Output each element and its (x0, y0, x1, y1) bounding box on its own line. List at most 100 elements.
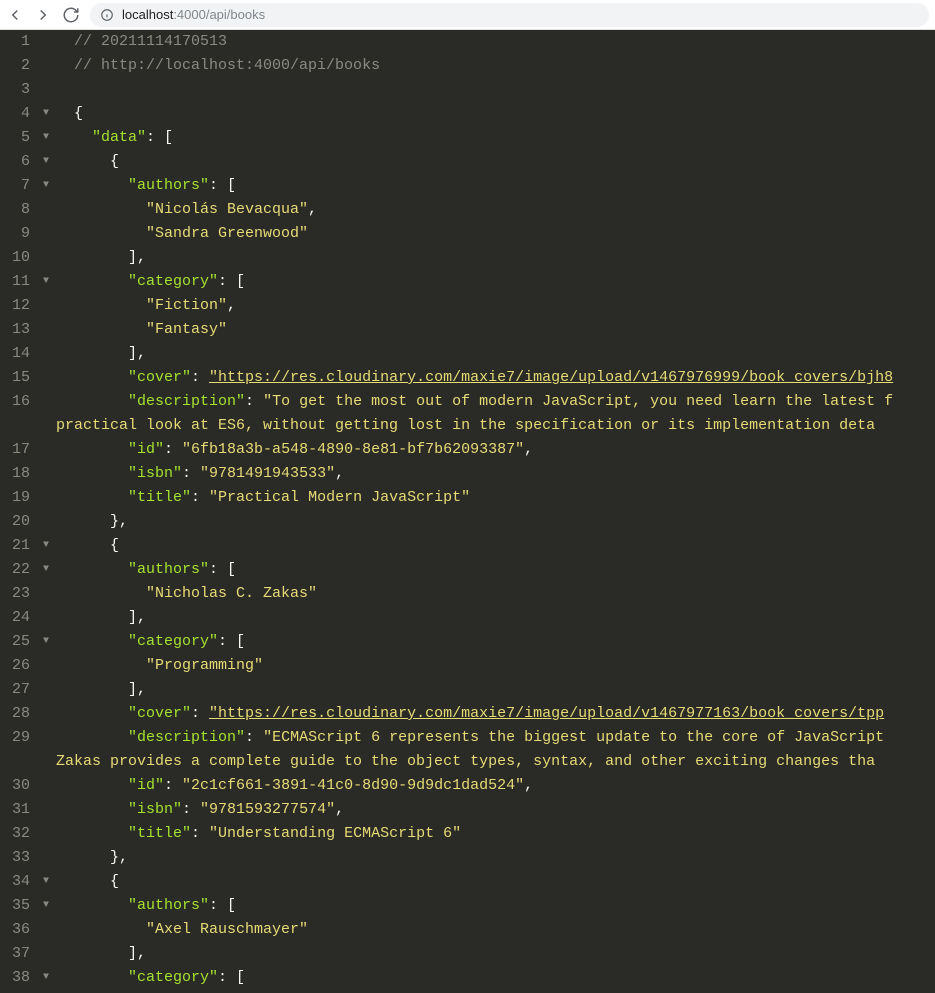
fold-toggle-icon (36, 318, 56, 342)
code-content: "description": "ECMAScript 6 represents … (56, 726, 935, 750)
fold-toggle-icon[interactable]: ▼ (36, 174, 56, 198)
line-number: 28 (0, 702, 36, 726)
line-number: 27 (0, 678, 36, 702)
forward-button[interactable] (34, 6, 52, 24)
code-content: // http://localhost:4000/api/books (56, 54, 935, 78)
url-link[interactable]: "https://res.cloudinary.com/maxie7/image… (209, 705, 884, 722)
line-number: 29 (0, 726, 36, 750)
code-line: 16 "description": "To get the most out o… (0, 390, 935, 414)
code-content: ], (56, 678, 935, 702)
fold-toggle-icon (36, 246, 56, 270)
fold-toggle-icon (36, 798, 56, 822)
line-number: 30 (0, 774, 36, 798)
fold-toggle-icon (36, 510, 56, 534)
fold-toggle-icon[interactable]: ▼ (36, 966, 56, 990)
code-line: 38▼ "category": [ (0, 966, 935, 990)
code-content: }, (56, 510, 935, 534)
line-number: 15 (0, 366, 36, 390)
fold-toggle-icon[interactable]: ▼ (36, 630, 56, 654)
fold-toggle-icon[interactable]: ▼ (36, 534, 56, 558)
code-content: "cover": "https://res.cloudinary.com/max… (56, 702, 935, 726)
code-content: "isbn": "9781491943533", (56, 462, 935, 486)
code-line: 13 "Fantasy" (0, 318, 935, 342)
fold-toggle-icon (36, 30, 56, 54)
line-number: 4 (0, 102, 36, 126)
code-line: 35▼ "authors": [ (0, 894, 935, 918)
fold-toggle-icon (36, 654, 56, 678)
fold-toggle-icon[interactable]: ▼ (36, 870, 56, 894)
back-button[interactable] (6, 6, 24, 24)
fold-toggle-icon[interactable]: ▼ (36, 150, 56, 174)
code-content: "Nicolás Bevacqua", (56, 198, 935, 222)
code-content: "Nicholas C. Zakas" (56, 582, 935, 606)
fold-toggle-icon (36, 822, 56, 846)
fold-toggle-icon[interactable]: ▼ (36, 558, 56, 582)
code-line: 37 ], (0, 942, 935, 966)
fold-toggle-icon (36, 726, 56, 750)
fold-toggle-icon[interactable]: ▼ (36, 102, 56, 126)
line-number: 14 (0, 342, 36, 366)
code-content: "Programming" (56, 654, 935, 678)
line-number: 19 (0, 486, 36, 510)
site-info-icon[interactable] (100, 8, 114, 22)
line-number: 5 (0, 126, 36, 150)
code-content: "category": [ (56, 270, 935, 294)
fold-toggle-icon (36, 390, 56, 414)
code-line: practical look at ES6, without getting l… (0, 414, 935, 438)
line-number: 34 (0, 870, 36, 894)
code-line: 19 "title": "Practical Modern JavaScript… (0, 486, 935, 510)
code-content: "data": [ (56, 126, 935, 150)
line-number: 12 (0, 294, 36, 318)
line-number: 26 (0, 654, 36, 678)
reload-button[interactable] (62, 6, 80, 24)
code-content: "id": "6fb18a3b-a548-4890-8e81-bf7b62093… (56, 438, 935, 462)
line-number (0, 414, 36, 438)
code-line: Zakas provides a complete guide to the o… (0, 750, 935, 774)
code-line: 32 "title": "Understanding ECMAScript 6" (0, 822, 935, 846)
code-line: 15 "cover": "https://res.cloudinary.com/… (0, 366, 935, 390)
fold-toggle-icon (36, 942, 56, 966)
url-link[interactable]: "https://res.cloudinary.com/maxie7/image… (209, 369, 893, 386)
fold-toggle-icon[interactable]: ▼ (36, 126, 56, 150)
fold-toggle-icon (36, 582, 56, 606)
code-content: "Axel Rauschmayer" (56, 918, 935, 942)
line-number: 13 (0, 318, 36, 342)
code-content: "cover": "https://res.cloudinary.com/max… (56, 366, 935, 390)
code-line: 36 "Axel Rauschmayer" (0, 918, 935, 942)
fold-toggle-icon[interactable]: ▼ (36, 894, 56, 918)
code-content: ], (56, 342, 935, 366)
line-number: 24 (0, 606, 36, 630)
code-line: 21▼ { (0, 534, 935, 558)
fold-toggle-icon (36, 678, 56, 702)
code-content: "Fiction", (56, 294, 935, 318)
fold-toggle-icon (36, 606, 56, 630)
code-line: 11▼ "category": [ (0, 270, 935, 294)
line-number: 8 (0, 198, 36, 222)
line-number: 20 (0, 510, 36, 534)
line-number: 2 (0, 54, 36, 78)
line-number: 35 (0, 894, 36, 918)
line-number: 7 (0, 174, 36, 198)
line-number: 32 (0, 822, 36, 846)
line-number: 33 (0, 846, 36, 870)
browser-toolbar: localhost:4000/api/books (0, 0, 935, 30)
code-content: "authors": [ (56, 894, 935, 918)
code-content: "title": "Understanding ECMAScript 6" (56, 822, 935, 846)
line-number: 23 (0, 582, 36, 606)
code-content: Zakas provides a complete guide to the o… (56, 750, 935, 774)
code-line: 20 }, (0, 510, 935, 534)
code-line: 3 (0, 78, 935, 102)
code-line: 29 "description": "ECMAScript 6 represen… (0, 726, 935, 750)
code-line: 1 // 20211114170513 (0, 30, 935, 54)
address-bar[interactable]: localhost:4000/api/books (90, 3, 929, 27)
code-line: 8 "Nicolás Bevacqua", (0, 198, 935, 222)
url-text: localhost:4000/api/books (122, 7, 265, 22)
code-content: "description": "To get the most out of m… (56, 390, 935, 414)
fold-toggle-icon (36, 462, 56, 486)
line-number: 18 (0, 462, 36, 486)
code-content: { (56, 102, 935, 126)
fold-toggle-icon (36, 774, 56, 798)
fold-toggle-icon (36, 486, 56, 510)
fold-toggle-icon[interactable]: ▼ (36, 270, 56, 294)
fold-toggle-icon (36, 438, 56, 462)
